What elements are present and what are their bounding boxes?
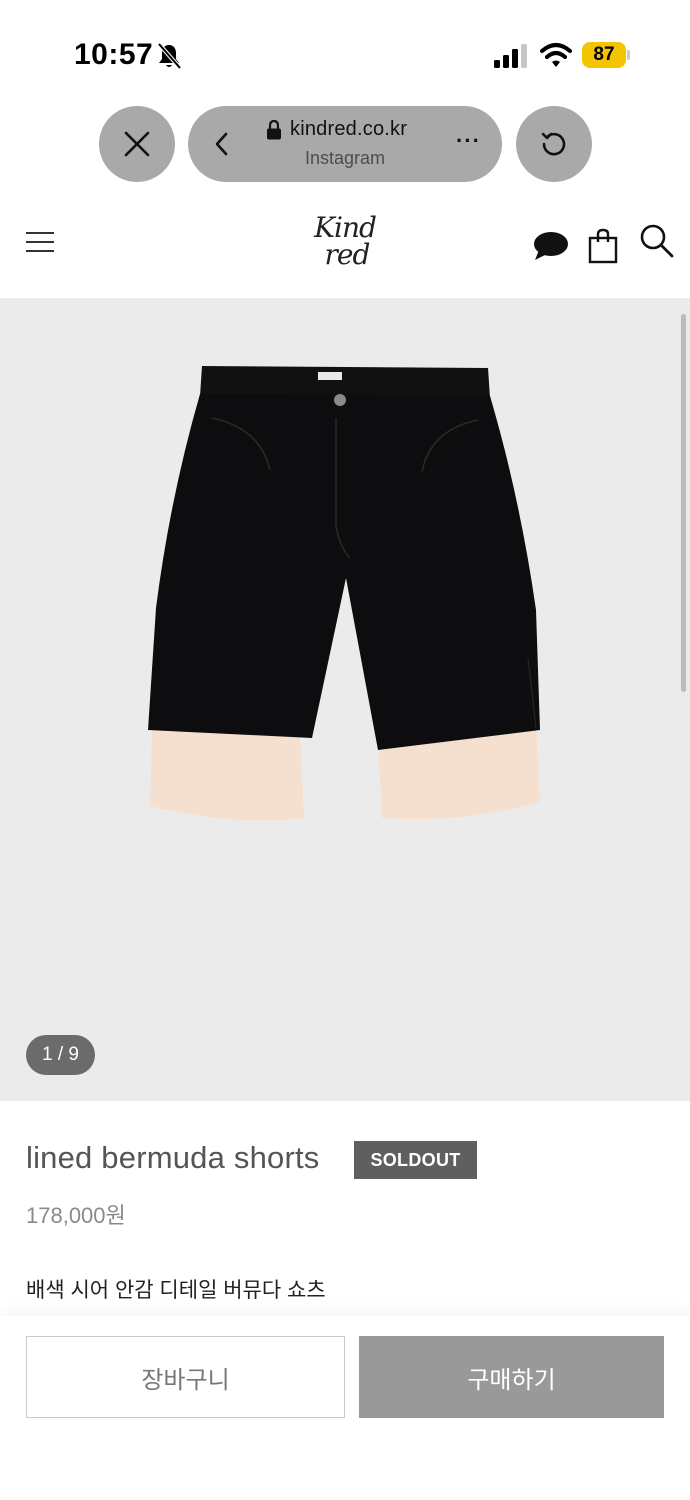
reload-button[interactable] bbox=[516, 106, 592, 182]
search-icon[interactable] bbox=[638, 222, 674, 258]
bottom-action-bar: 장바구니 구매하기 bbox=[0, 1316, 690, 1500]
site-header: Kind red bbox=[0, 196, 690, 298]
status-time: 10:57 bbox=[74, 38, 154, 71]
close-browser-button[interactable] bbox=[99, 106, 175, 182]
menu-icon[interactable] bbox=[26, 230, 54, 254]
battery-tip bbox=[627, 50, 630, 60]
logo-line-2: red bbox=[324, 238, 371, 271]
reload-icon bbox=[541, 132, 566, 156]
more-options-button[interactable]: ··· bbox=[456, 128, 481, 154]
shopping-bag-icon[interactable] bbox=[588, 228, 618, 264]
battery-icon: 87 bbox=[582, 42, 630, 68]
image-counter: 1 / 9 bbox=[26, 1035, 95, 1075]
soldout-badge: SOLDOUT bbox=[354, 1141, 477, 1179]
product-image[interactable] bbox=[140, 358, 550, 828]
site-logo[interactable]: Kind red bbox=[300, 214, 390, 274]
close-icon bbox=[124, 131, 150, 157]
add-to-cart-button[interactable]: 장바구니 bbox=[26, 1336, 345, 1418]
url-source: Instagram bbox=[304, 148, 386, 168]
wifi-icon bbox=[540, 43, 572, 67]
product-price: 178,000원 bbox=[26, 1203, 126, 1228]
product-description: 배색 시어 안감 디테일 버뮤다 쇼츠 bbox=[26, 1279, 326, 1302]
product-title: lined bermuda shorts bbox=[26, 1140, 320, 1175]
address-bar[interactable]: kindred.co.kr Instagram ··· bbox=[188, 106, 502, 182]
gallery-scrollbar[interactable] bbox=[681, 314, 686, 692]
buy-now-button[interactable]: 구매하기 bbox=[359, 1336, 664, 1418]
bell-slash-icon bbox=[157, 42, 182, 70]
product-image-gallery[interactable]: 1 / 9 bbox=[0, 298, 690, 1101]
cellular-signal-icon bbox=[494, 44, 527, 68]
status-bar: 10:57 87 bbox=[0, 0, 690, 100]
chat-icon[interactable] bbox=[533, 230, 569, 262]
battery-level: 87 bbox=[593, 44, 615, 65]
lock-icon bbox=[267, 120, 281, 140]
url-domain: kindred.co.kr bbox=[290, 118, 408, 140]
